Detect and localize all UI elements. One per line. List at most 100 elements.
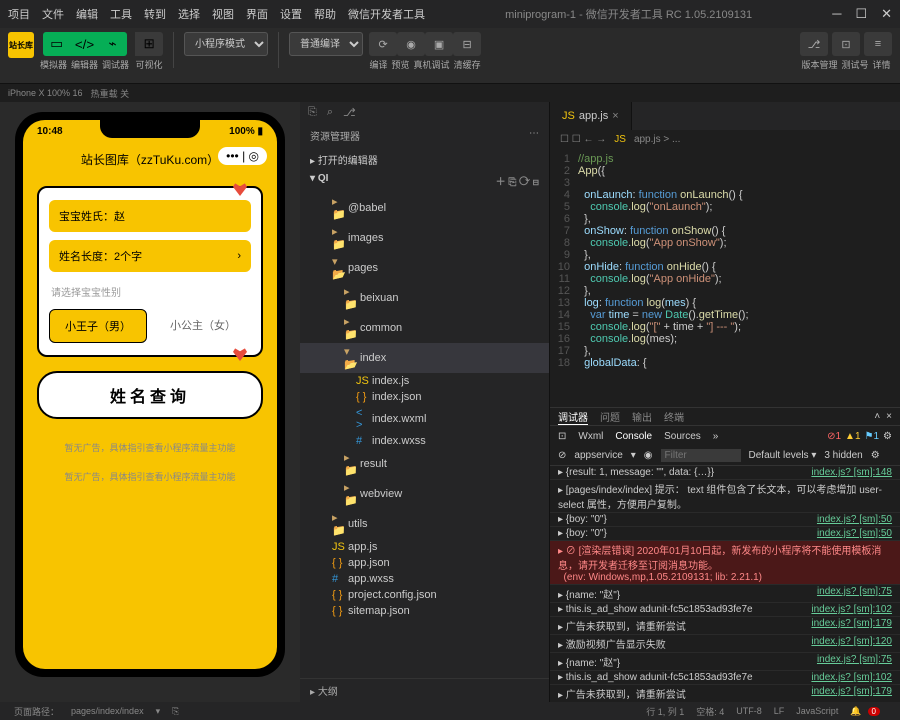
code-editor[interactable]: 1//app.js2App({34 onLaunch: function onL… bbox=[550, 149, 900, 407]
tab-output[interactable]: 输出 bbox=[632, 409, 652, 424]
tree-item-utils[interactable]: ▸ 📁 utils bbox=[300, 509, 549, 539]
menu-界面[interactable]: 界面 bbox=[246, 6, 268, 22]
context-select[interactable]: appservice bbox=[574, 450, 622, 461]
visual-label: 可视化 bbox=[136, 58, 163, 71]
preview-icon[interactable]: ◉ bbox=[397, 32, 425, 56]
gear-icon[interactable]: ⚙ bbox=[883, 431, 892, 442]
tree-item-index.wxss[interactable]: # index.wxss bbox=[300, 433, 549, 449]
gear-icon[interactable]: ⚙ bbox=[871, 450, 880, 461]
window-controls: ─ ☐ ✕ bbox=[832, 6, 892, 22]
tree-item-app.js[interactable]: JS app.js bbox=[300, 539, 549, 555]
tree-item-sitemap.json[interactable]: { } sitemap.json bbox=[300, 603, 549, 619]
tree-item-index.json[interactable]: { } index.json bbox=[300, 389, 549, 405]
branch-icon[interactable]: ⎇ bbox=[343, 106, 356, 119]
encoding[interactable]: UTF-8 bbox=[736, 706, 762, 716]
search-icon[interactable]: ⌕ bbox=[327, 106, 333, 119]
compile-select[interactable]: 普通编译 bbox=[289, 32, 363, 56]
close-icon[interactable]: ✕ bbox=[881, 6, 892, 22]
bell-icon[interactable]: 🔔0 bbox=[850, 706, 886, 717]
version-icon[interactable]: ⎇ bbox=[800, 32, 828, 56]
tree-item-index.js[interactable]: JS index.js bbox=[300, 373, 549, 389]
menu-编辑[interactable]: 编辑 bbox=[76, 6, 98, 22]
detail-icon[interactable]: ≡ bbox=[864, 32, 892, 56]
editor-button[interactable]: </> bbox=[71, 32, 99, 56]
gender-boy-button[interactable]: 小王子（男） bbox=[49, 309, 147, 343]
clear-console-icon[interactable]: ⊘ bbox=[558, 450, 566, 461]
battery-icon: 100% ▮ bbox=[229, 126, 263, 137]
breadcrumb[interactable]: ☐ ☐ ← → JS app.js > ... bbox=[550, 130, 900, 149]
bookmark-icon[interactable]: ☐ ☐ ← → bbox=[560, 134, 606, 145]
language[interactable]: JavaScript bbox=[796, 706, 838, 716]
eol[interactable]: LF bbox=[774, 706, 785, 716]
tree-item-@babel[interactable]: ▸ 📁 @babel bbox=[300, 193, 549, 223]
tree-item-pages[interactable]: ▾ 📂 pages bbox=[300, 253, 549, 283]
tree-item-common[interactable]: ▸ 📁 common bbox=[300, 313, 549, 343]
dropdown-icon[interactable]: ▾ bbox=[156, 706, 161, 717]
chevron-up-icon[interactable]: ˄ bbox=[874, 411, 880, 422]
divider bbox=[278, 32, 279, 68]
copy-icon[interactable]: ⎘ bbox=[172, 706, 179, 717]
compile-icon[interactable]: ⟳ bbox=[369, 32, 397, 56]
tree-item-app.json[interactable]: { } app.json bbox=[300, 555, 549, 571]
hot-reload[interactable]: 热重载 关 bbox=[91, 87, 130, 100]
tree-item-images[interactable]: ▸ 📁 images bbox=[300, 223, 549, 253]
query-button[interactable]: 姓名查询 bbox=[37, 371, 263, 419]
menu-文件[interactable]: 文件 bbox=[42, 6, 64, 22]
editor-tab[interactable]: JS app.js × bbox=[550, 102, 632, 130]
debugger-button[interactable]: ⌁ bbox=[99, 32, 127, 56]
menu-视图[interactable]: 视图 bbox=[212, 6, 234, 22]
visual-button[interactable]: ⊞ bbox=[135, 32, 163, 56]
capsule-button[interactable]: ••• | ◎ bbox=[218, 147, 267, 165]
tree-item-webview[interactable]: ▸ 📁 webview bbox=[300, 479, 549, 509]
menu-设置[interactable]: 设置 bbox=[280, 6, 302, 22]
tab-wxml[interactable]: Wxml bbox=[578, 431, 603, 442]
tree-item-app.wxss[interactable]: # app.wxss bbox=[300, 571, 549, 587]
maximize-icon[interactable]: ☐ bbox=[855, 6, 867, 22]
remote-icon[interactable]: ▣ bbox=[425, 32, 453, 56]
length-select[interactable]: 姓名长度：2个字 › bbox=[49, 240, 251, 272]
outline-section[interactable]: ▸ 大纲 bbox=[300, 678, 549, 702]
tree-item-project.config.json[interactable]: { } project.config.json bbox=[300, 587, 549, 603]
route-value[interactable]: pages/index/index bbox=[71, 706, 144, 716]
phone-frame: 10:48 100% ▮ 站长图库（zzTuKu.com） ••• | ◎ 宝宝… bbox=[15, 112, 285, 677]
eye-icon[interactable]: ◉ bbox=[644, 450, 653, 461]
device-name[interactable]: iPhone X 100% 16 bbox=[8, 88, 83, 98]
simulator-button[interactable]: ▭ bbox=[43, 32, 71, 56]
more-icon[interactable]: ⋯ bbox=[529, 128, 539, 143]
files-icon[interactable]: ⎘ bbox=[308, 106, 317, 119]
root-folder[interactable]: ▾ QI ＋ ⎘ ⟳ ⊟ bbox=[300, 170, 549, 191]
filter-input[interactable] bbox=[661, 449, 741, 462]
menu-工具[interactable]: 工具 bbox=[110, 6, 132, 22]
surname-input[interactable]: 宝宝姓氏：赵 bbox=[49, 200, 251, 232]
console-output[interactable]: ▸ {result: 1, message: "", data: {…}}ind… bbox=[550, 466, 900, 702]
tree-item-index.wxml[interactable]: < > index.wxml bbox=[300, 405, 549, 433]
panel-close-icon[interactable]: × bbox=[886, 411, 892, 422]
menu-微信开发者工具[interactable]: 微信开发者工具 bbox=[348, 6, 425, 22]
minimize-icon[interactable]: ─ bbox=[832, 6, 841, 22]
menu-转到[interactable]: 转到 bbox=[144, 6, 166, 22]
menu-帮助[interactable]: 帮助 bbox=[314, 6, 336, 22]
clear-icon[interactable]: ⊟ bbox=[453, 32, 481, 56]
detail-label: 详情 bbox=[873, 58, 891, 71]
cursor-position[interactable]: 行 1, 列 1 bbox=[646, 705, 684, 718]
inspect-icon[interactable]: ⊡ bbox=[558, 431, 566, 442]
gender-girl-button[interactable]: 小公主（女） bbox=[155, 309, 251, 343]
open-editors-section[interactable]: ▸ 打开的编辑器 bbox=[300, 149, 549, 170]
tab-sources[interactable]: Sources bbox=[664, 431, 701, 442]
mode-select[interactable]: 小程序模式 bbox=[184, 32, 268, 56]
ad-placeholder: 暂无广告，具体指引查看小程序流量主功能 bbox=[23, 433, 277, 462]
test-icon[interactable]: ⊡ bbox=[832, 32, 860, 56]
tab-debugger[interactable]: 调试器 bbox=[558, 409, 588, 425]
tab-console[interactable]: Console bbox=[615, 431, 652, 442]
chevron-right-icon[interactable]: » bbox=[713, 431, 719, 442]
tab-terminal[interactable]: 终端 bbox=[664, 409, 684, 424]
tree-item-index[interactable]: ▾ 📂 index bbox=[300, 343, 549, 373]
levels-select[interactable]: Default levels ▾ bbox=[749, 450, 817, 461]
indent-info[interactable]: 空格: 4 bbox=[696, 705, 724, 718]
menu-选择[interactable]: 选择 bbox=[178, 6, 200, 22]
close-tab-icon[interactable]: × bbox=[612, 110, 618, 122]
tab-issues[interactable]: 问题 bbox=[600, 409, 620, 424]
menu-项目[interactable]: 项目 bbox=[8, 6, 30, 22]
tree-item-beixuan[interactable]: ▸ 📁 beixuan bbox=[300, 283, 549, 313]
tree-item-result[interactable]: ▸ 📁 result bbox=[300, 449, 549, 479]
